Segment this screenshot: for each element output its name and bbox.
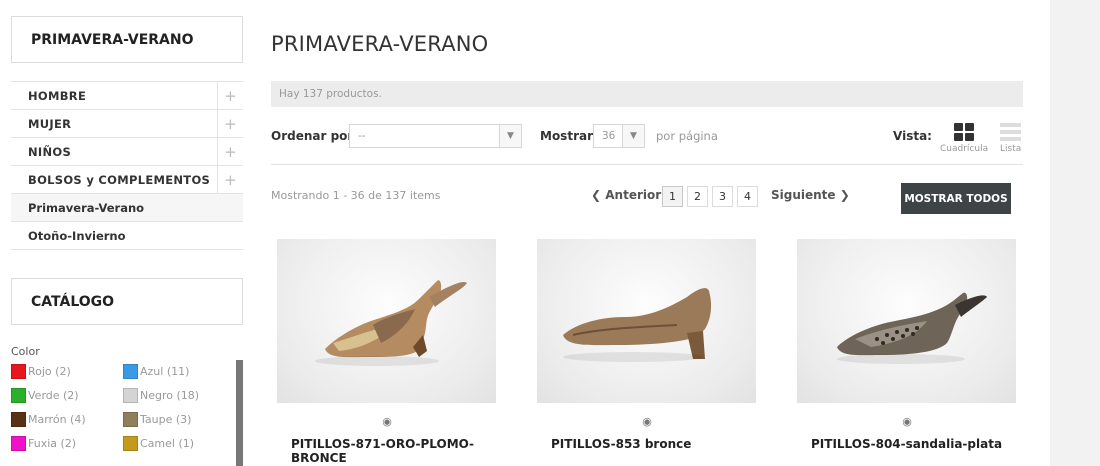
pump-shoe-image[interactable] bbox=[537, 239, 756, 403]
expand-plus-icon[interactable]: + bbox=[217, 109, 243, 138]
next-page-link[interactable]: Siguiente ❯ bbox=[771, 188, 850, 202]
page-button-4[interactable]: 4 bbox=[737, 186, 758, 207]
page-button-2[interactable]: 2 bbox=[687, 186, 708, 207]
sidebar-item-hombre[interactable]: HOMBRE + bbox=[11, 81, 243, 110]
quick-view-eye-icon[interactable]: ◉ bbox=[277, 415, 497, 428]
sidebar-section-title: PRIMAVERA-VERANO bbox=[11, 16, 243, 63]
grid-view-label[interactable]: Cuadrícula bbox=[940, 144, 988, 154]
chevron-down-icon[interactable]: ▼ bbox=[622, 125, 644, 147]
product-image[interactable] bbox=[797, 239, 1016, 403]
sidebar-item-label[interactable]: Primavera-Verano bbox=[28, 201, 144, 215]
sidebar-item-label[interactable]: BOLSOS y COMPLEMENTOS bbox=[28, 173, 210, 187]
product-card[interactable]: ◉ PITILLOS-804-sandalia-plata bbox=[797, 239, 1017, 451]
color-swatch[interactable] bbox=[11, 412, 26, 427]
color-option-taupe[interactable]: Taupe (3) bbox=[123, 412, 235, 427]
color-option-fuxia[interactable]: Fuxia (2) bbox=[11, 436, 123, 451]
color-option-label[interactable]: Negro (18) bbox=[140, 389, 199, 402]
product-card[interactable]: ◉ PITILLOS-871-ORO-PLOMO-BRONCE bbox=[277, 239, 497, 465]
color-swatch[interactable] bbox=[123, 412, 138, 427]
color-option-marron[interactable]: Marrón (4) bbox=[11, 412, 123, 427]
sidebar-item-mujer[interactable]: MUJER + bbox=[11, 109, 243, 138]
sidebar-item-otono-invierno[interactable]: Otoño-Invierno bbox=[11, 222, 243, 250]
chevron-left-icon[interactable]: ❮ bbox=[591, 188, 601, 202]
list-view-button[interactable]: Lista bbox=[1000, 123, 1021, 154]
color-swatch[interactable] bbox=[123, 436, 138, 451]
catalog-title: CATÁLOGO bbox=[11, 278, 243, 325]
color-option-label[interactable]: Rojo (2) bbox=[28, 365, 71, 378]
color-option-camel[interactable]: Camel (1) bbox=[123, 436, 235, 451]
color-swatch[interactable] bbox=[123, 364, 138, 379]
color-option-label[interactable]: Taupe (3) bbox=[140, 413, 191, 426]
color-option-azul[interactable]: Azul (11) bbox=[123, 364, 235, 379]
color-option-negro[interactable]: Negro (18) bbox=[123, 388, 235, 403]
product-count: Hay 137 productos. bbox=[279, 88, 382, 100]
sandal-image[interactable] bbox=[277, 239, 496, 403]
color-option-label[interactable]: Marrón (4) bbox=[28, 413, 86, 426]
chevron-down-icon[interactable]: ▼ bbox=[499, 125, 521, 147]
product-name[interactable]: PITILLOS-804-sandalia-plata bbox=[797, 437, 1017, 451]
color-option-label[interactable]: Camel (1) bbox=[140, 437, 194, 450]
list-icon[interactable] bbox=[1000, 123, 1022, 141]
grid-view-button[interactable]: Cuadrícula bbox=[940, 123, 988, 154]
product-count-bar: Hay 137 productos. bbox=[271, 81, 1023, 107]
show-all-button[interactable]: MOSTRAR TODOS bbox=[901, 183, 1011, 214]
sidebar-item-bolsos[interactable]: BOLSOS y COMPLEMENTOS + bbox=[11, 165, 243, 194]
show-label: Mostrar bbox=[540, 129, 593, 143]
sidebar-item-label[interactable]: HOMBRE bbox=[28, 89, 86, 103]
page-title: PRIMAVERA-VERANO bbox=[271, 32, 489, 56]
color-swatch[interactable] bbox=[123, 388, 138, 403]
next-page-label[interactable]: Siguiente bbox=[771, 188, 836, 202]
previous-page-link[interactable]: ❮ Anterior bbox=[591, 188, 661, 202]
sidebar: PRIMAVERA-VERANO HOMBRE + MUJER + NIÑOS … bbox=[11, 16, 243, 451]
view-label: Vista: bbox=[893, 129, 932, 143]
quick-view-eye-icon[interactable]: ◉ bbox=[537, 415, 757, 428]
sidebar-item-label[interactable]: MUJER bbox=[28, 117, 71, 131]
color-option-rojo[interactable]: Rojo (2) bbox=[11, 364, 123, 379]
sort-select[interactable]: -- ▼ bbox=[349, 124, 522, 148]
quick-view-eye-icon[interactable]: ◉ bbox=[797, 415, 1017, 428]
sidebar-item-label[interactable]: NIÑOS bbox=[28, 145, 71, 159]
page-button-3[interactable]: 3 bbox=[712, 186, 733, 207]
color-swatch[interactable] bbox=[11, 364, 26, 379]
pagination-row: Mostrando 1 - 36 de 137 items ❮ Anterior… bbox=[271, 183, 1023, 215]
sort-select-value: -- bbox=[358, 130, 366, 142]
grid-icon[interactable] bbox=[953, 123, 975, 141]
sidebar-item-ninos[interactable]: NIÑOS + bbox=[11, 137, 243, 166]
color-filter-options: Rojo (2) Azul (11) Verde (2) Negro (18) … bbox=[11, 364, 243, 451]
page-button-1[interactable]: 1 bbox=[662, 186, 683, 207]
previous-page-label[interactable]: Anterior bbox=[605, 188, 661, 202]
sidebar-item-label[interactable]: Otoño-Invierno bbox=[28, 229, 126, 243]
sidebar-item-primavera-verano[interactable]: Primavera-Verano bbox=[11, 194, 243, 222]
color-swatch[interactable] bbox=[11, 388, 26, 403]
per-page-suffix: por página bbox=[656, 129, 718, 143]
category-list: HOMBRE + MUJER + NIÑOS + BOLSOS y COMPLE… bbox=[11, 81, 243, 250]
filter-scrollbar[interactable] bbox=[236, 360, 243, 466]
product-image[interactable] bbox=[537, 239, 756, 403]
per-page-value: 36 bbox=[602, 130, 616, 142]
sort-label: Ordenar por bbox=[271, 129, 354, 143]
expand-plus-icon[interactable]: + bbox=[217, 165, 243, 194]
showing-range: Mostrando 1 - 36 de 137 items bbox=[271, 189, 441, 202]
list-view-label[interactable]: Lista bbox=[1000, 144, 1021, 154]
silver-sandal-image[interactable] bbox=[797, 239, 1016, 403]
per-page-select[interactable]: 36 ▼ bbox=[593, 124, 645, 148]
chevron-right-icon[interactable]: ❯ bbox=[840, 188, 850, 202]
color-swatch[interactable] bbox=[11, 436, 26, 451]
color-option-verde[interactable]: Verde (2) bbox=[11, 388, 123, 403]
expand-plus-icon[interactable]: + bbox=[217, 81, 243, 110]
right-gutter bbox=[1050, 0, 1100, 466]
color-filter-label: Color bbox=[11, 345, 40, 358]
expand-plus-icon[interactable]: + bbox=[217, 137, 243, 166]
product-name[interactable]: PITILLOS-871-ORO-PLOMO-BRONCE bbox=[277, 437, 497, 465]
product-name[interactable]: PITILLOS-853 bronce bbox=[537, 437, 757, 451]
color-option-label[interactable]: Fuxia (2) bbox=[28, 437, 76, 450]
color-option-label[interactable]: Verde (2) bbox=[28, 389, 79, 402]
product-image[interactable] bbox=[277, 239, 496, 403]
color-option-label[interactable]: Azul (11) bbox=[140, 365, 189, 378]
sort-toolbar: Ordenar por -- ▼ Mostrar 36 ▼ por página… bbox=[271, 123, 1023, 165]
product-card[interactable]: ◉ PITILLOS-853 bronce bbox=[537, 239, 757, 451]
